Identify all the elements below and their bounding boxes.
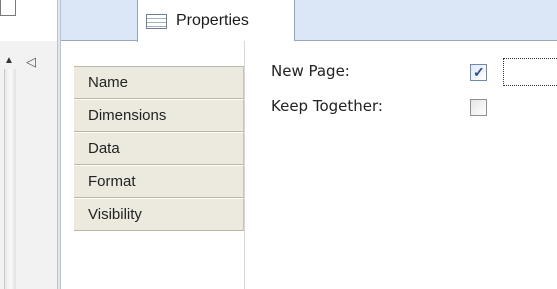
category-list: Name Dimensions Data Format Visibility: [74, 66, 244, 289]
new-page-row: New Page:: [271, 62, 350, 80]
keep-together-label: Keep Together:: [271, 97, 383, 115]
tab-properties-label: Properties: [176, 12, 249, 29]
category-label: Data: [88, 140, 120, 157]
category-label: Visibility: [88, 206, 142, 223]
category-data[interactable]: Data: [74, 132, 244, 165]
tab-properties[interactable]: Properties: [137, 0, 295, 42]
vertical-scrollbar[interactable]: [4, 69, 16, 289]
category-format[interactable]: Format: [74, 165, 244, 198]
category-name[interactable]: Name: [74, 66, 244, 99]
category-label: Format: [88, 173, 136, 190]
properties-form: New Page: ✓ Keep Together:: [244, 41, 557, 289]
left-panel: ▲ ◁: [0, 41, 57, 289]
keep-together-row: Keep Together:: [271, 97, 383, 115]
new-page-checkbox[interactable]: ✓: [470, 64, 487, 81]
properties-sheet-icon: [146, 13, 167, 29]
keep-together-checkbox[interactable]: [470, 99, 487, 116]
new-page-label: New Page:: [271, 62, 350, 80]
restore-box[interactable]: [0, 0, 16, 16]
category-dimensions[interactable]: Dimensions: [74, 99, 244, 132]
category-label: Dimensions: [88, 107, 167, 124]
scroll-up-arrow-icon[interactable]: ▲: [4, 54, 14, 68]
check-mark-icon: ✓: [473, 64, 485, 80]
tab-strip: Properties: [61, 0, 557, 42]
category-label: Name: [88, 74, 129, 91]
panel-gap: [61, 41, 74, 289]
collapse-left-arrow-icon[interactable]: ◁: [26, 54, 42, 70]
focus-rectangle: [503, 58, 557, 86]
category-visibility[interactable]: Visibility: [74, 198, 244, 231]
top-bar: Properties: [0, 0, 557, 42]
